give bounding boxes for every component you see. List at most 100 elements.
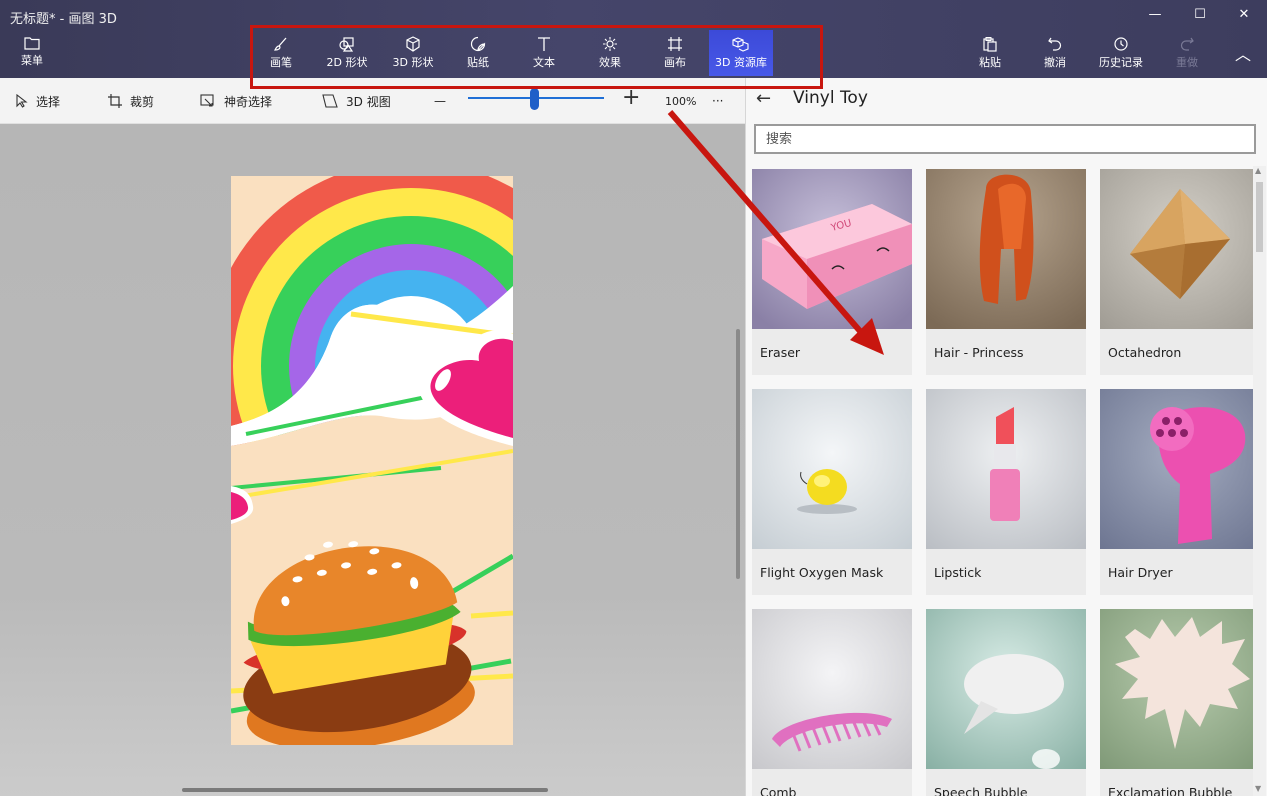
view-3d-label: 3D 视图 — [346, 94, 391, 109]
redo-button[interactable]: 重做 — [1157, 30, 1217, 76]
select-tool[interactable]: 选择 — [16, 91, 60, 111]
redo-label: 重做 — [1176, 56, 1198, 69]
search-input[interactable] — [754, 124, 1256, 154]
library-item-lipstick[interactable]: Lipstick — [926, 389, 1086, 595]
tool-stickers[interactable]: 贴纸 — [448, 30, 508, 76]
scroll-down-icon[interactable]: ▼ — [1255, 784, 1261, 793]
panel-scrollbar[interactable] — [1253, 166, 1266, 796]
magic-select-tool[interactable]: 神奇选择 — [200, 91, 272, 111]
tool-3d-library[interactable]: 3D 资源库 — [709, 30, 773, 76]
canvas-horizontal-scrollbar[interactable] — [182, 788, 548, 792]
undo-label: 撤消 — [1044, 56, 1066, 69]
history-button[interactable]: 历史记录 — [1091, 30, 1151, 76]
tool-2d-shapes-label: 2D 形状 — [326, 56, 368, 69]
zoom-slider-thumb[interactable] — [530, 88, 540, 110]
view-3d-toggle[interactable]: 3D 视图 — [322, 91, 391, 111]
panel-scrollbar-thumb[interactable] — [1256, 182, 1263, 252]
paste-button[interactable]: 粘贴 — [960, 30, 1020, 76]
tool-brush[interactable]: 画笔 — [251, 30, 311, 76]
library-item-label: Speech Bubble — [934, 785, 1028, 796]
comb-thumbnail — [752, 609, 912, 769]
title-ribbon-bar: 无标题* - 画图 3D — ☐ ✕ 菜单 画笔 2D 形状 3D 形状 贴纸 … — [0, 0, 1267, 78]
library-item-hair-princess[interactable]: Hair - Princess — [926, 169, 1086, 375]
artboard[interactable] — [231, 176, 513, 745]
artwork-image — [231, 176, 513, 745]
view-3d-icon — [322, 94, 338, 108]
menu-label: 菜单 — [21, 54, 43, 67]
more-options-button[interactable]: ··· — [712, 91, 723, 111]
eraser-thumbnail: YOU — [752, 169, 912, 329]
tool-brush-label: 画笔 — [270, 56, 292, 69]
sticker-icon — [470, 36, 486, 52]
tool-canvas[interactable]: 画布 — [645, 30, 705, 76]
oxygen-mask-thumbnail — [752, 389, 912, 549]
zoom-level[interactable]: 100% — [665, 91, 696, 111]
library-item-hair-dryer[interactable]: Hair Dryer — [1100, 389, 1260, 595]
tool-canvas-label: 画布 — [664, 56, 686, 69]
magic-select-icon — [200, 94, 214, 107]
library-item-label: Hair - Princess — [934, 345, 1024, 360]
cube-icon — [406, 36, 420, 52]
library-item-label: Comb — [760, 785, 797, 796]
octahedron-thumbnail — [1100, 169, 1260, 329]
tool-3d-library-label: 3D 资源库 — [715, 56, 767, 69]
canvas-icon — [668, 37, 682, 51]
library-item-label: Hair Dryer — [1108, 565, 1173, 580]
crop-icon — [108, 94, 122, 108]
library-item-speech-bubble[interactable]: Speech Bubble — [926, 609, 1086, 796]
tool-3d-shapes[interactable]: 3D 形状 — [383, 30, 443, 76]
library-panel: ← Vinyl Toy YOU Eraser — [745, 78, 1267, 796]
paint-3d-window: 无标题* - 画图 3D — ☐ ✕ 菜单 画笔 2D 形状 3D 形状 贴纸 … — [0, 0, 1267, 796]
scroll-up-icon[interactable]: ▲ — [1255, 166, 1261, 175]
library-item-label: Eraser — [760, 345, 801, 360]
crop-tool[interactable]: 裁剪 — [108, 91, 154, 111]
tool-options-bar: 选择 裁剪 神奇选择 3D 视图 — + 100% ··· — [0, 78, 745, 124]
library-item-eraser[interactable]: YOU Eraser — [752, 169, 912, 375]
collapse-ribbon-button[interactable]: ︿ — [1228, 44, 1258, 66]
paste-icon — [983, 37, 997, 52]
hair-dryer-thumbnail — [1100, 389, 1260, 549]
paste-label: 粘贴 — [979, 56, 1001, 69]
tool-2d-shapes[interactable]: 2D 形状 — [317, 30, 377, 76]
brush-icon — [274, 37, 287, 51]
minimize-button[interactable]: — — [1140, 4, 1170, 26]
zoom-out-button[interactable]: — — [434, 91, 446, 111]
redo-icon — [1180, 37, 1194, 51]
library-item-label: Lipstick — [934, 565, 982, 580]
tool-stickers-label: 贴纸 — [467, 56, 489, 69]
magic-select-label: 神奇选择 — [224, 94, 273, 109]
text-icon — [538, 37, 550, 51]
history-icon — [1114, 37, 1128, 51]
tool-effects-label: 效果 — [599, 56, 621, 69]
zoom-in-button[interactable]: + — [622, 85, 640, 110]
canvas-vertical-scrollbar[interactable] — [736, 329, 740, 579]
panel-title: Vinyl Toy — [793, 88, 868, 108]
lipstick-thumbnail — [926, 389, 1086, 549]
close-button[interactable]: ✕ — [1229, 4, 1259, 26]
undo-button[interactable]: 撤消 — [1025, 30, 1085, 76]
back-button[interactable]: ← — [756, 88, 771, 109]
maximize-button[interactable]: ☐ — [1185, 4, 1215, 26]
library-item-exclamation-bubble[interactable]: Exclamation Bubble — [1100, 609, 1260, 796]
library-item-label: Flight Oxygen Mask — [760, 565, 884, 580]
select-label: 选择 — [36, 94, 61, 109]
canvas-workspace[interactable] — [0, 124, 745, 796]
tool-effects[interactable]: 效果 — [580, 30, 640, 76]
folder-icon — [24, 37, 40, 50]
tool-text[interactable]: 文本 — [514, 30, 574, 76]
tool-3d-shapes-label: 3D 形状 — [392, 56, 434, 69]
menu-button[interactable]: 菜单 — [2, 30, 62, 76]
cursor-icon — [16, 94, 28, 108]
window-title: 无标题* - 画图 3D — [10, 12, 117, 27]
undo-icon — [1048, 37, 1062, 51]
library-item-comb[interactable]: Comb — [752, 609, 912, 796]
library-3d-icon — [732, 37, 749, 52]
exclamation-bubble-thumbnail — [1100, 609, 1260, 769]
crop-label: 裁剪 — [130, 94, 155, 109]
history-label: 历史记录 — [1099, 56, 1143, 69]
tool-text-label: 文本 — [533, 56, 555, 69]
library-item-octahedron[interactable]: Octahedron — [1100, 169, 1260, 375]
library-item-flight-oxygen-mask[interactable]: Flight Oxygen Mask — [752, 389, 912, 595]
library-item-label: Octahedron — [1108, 345, 1182, 360]
shapes-2d-icon — [339, 37, 354, 52]
